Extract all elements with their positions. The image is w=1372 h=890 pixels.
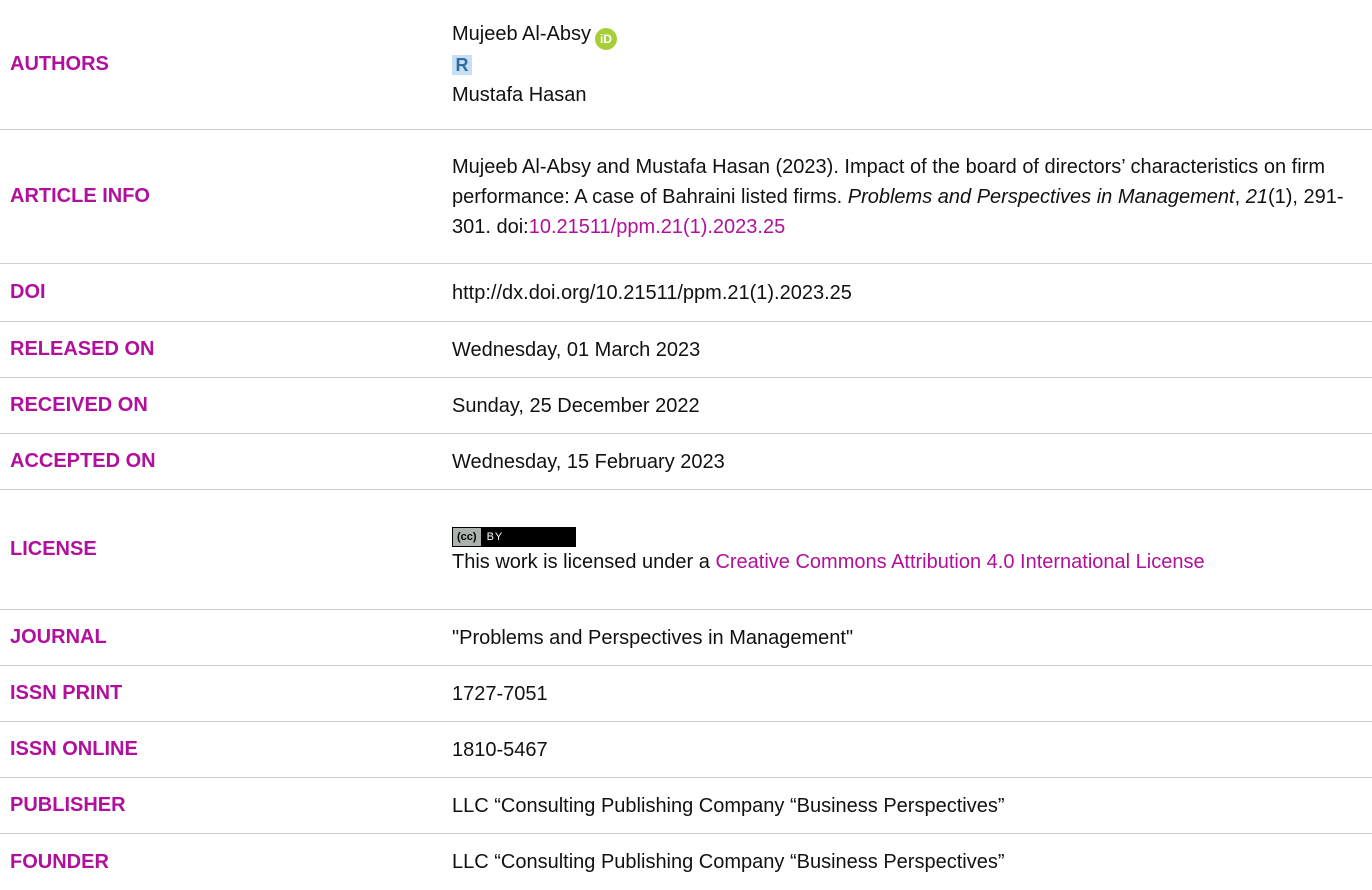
- accepted-value: Wednesday, 15 February 2023: [452, 450, 725, 473]
- received-value: Sunday, 25 December 2022: [452, 394, 700, 417]
- row-doi: DOI http://dx.doi.org/10.21511/ppm.21(1)…: [0, 264, 1372, 322]
- authors-label: AUTHORS: [10, 53, 109, 75]
- row-issn-print: ISSN PRINT 1727-7051: [0, 666, 1372, 722]
- journal-label: JOURNAL: [10, 626, 107, 648]
- license-label: LICENSE: [10, 538, 97, 560]
- researchgate-icon[interactable]: R: [452, 55, 472, 75]
- cc-by-badge[interactable]: (cc) BY: [452, 526, 576, 547]
- released-label: RELEASED ON: [10, 338, 155, 360]
- doi-link[interactable]: 10.21511/ppm.21(1).2023.25: [529, 216, 786, 238]
- author-name[interactable]: Mustafa Hasan: [452, 84, 587, 106]
- row-license: LICENSE (cc) BY This work is licensed und…: [0, 490, 1372, 610]
- issn-print-label: ISSN PRINT: [10, 682, 123, 704]
- citation-volume: 21: [1245, 185, 1268, 208]
- founder-value: LLC “Consulting Publishing Company “Busi…: [452, 851, 1005, 873]
- row-authors: AUTHORS Mujeeb Al-Absy iD R Mustafa Hasan: [0, 0, 1372, 130]
- license-value: (cc) BY This work is licensed under a Cre…: [452, 523, 1372, 577]
- row-received: RECEIVED ON Sunday, 25 December 2022: [0, 378, 1372, 434]
- cc-by-text: BY: [486, 530, 504, 543]
- license-text: This work is licensed under a: [452, 550, 716, 573]
- issn-print-value: 1727-7051: [452, 682, 548, 705]
- doi-label: DOI: [10, 281, 46, 303]
- article-info-table: AUTHORS Mujeeb Al-Absy iD R Mustafa Hasan…: [0, 0, 1372, 890]
- article-info-value: Mujeeb Al-Absy and Mustafa Hasan (2023).…: [452, 152, 1372, 242]
- author-name[interactable]: Mujeeb Al-Absy: [452, 23, 591, 45]
- orcid-icon[interactable]: iD: [594, 28, 617, 50]
- publisher-label: PUBLISHER: [10, 794, 126, 816]
- row-article-info: ARTICLE INFO Mujeeb Al-Absy and Mustafa …: [0, 130, 1372, 264]
- row-issn-online: ISSN ONLINE 1810-5467: [0, 722, 1372, 778]
- doi-value: http://dx.doi.org/10.21511/ppm.21(1).202…: [452, 281, 852, 304]
- received-label: RECEIVED ON: [10, 394, 148, 416]
- citation-sep: ,: [1234, 185, 1246, 208]
- row-founder: FOUNDER LLC “Consulting Publishing Compa…: [0, 834, 1372, 890]
- journal-value: "Problems and Perspectives in Management…: [452, 626, 854, 649]
- issn-online-value: 1810-5467: [452, 738, 548, 761]
- license-link[interactable]: Creative Commons Attribution 4.0 Interna…: [715, 551, 1204, 573]
- released-value: Wednesday, 01 March 2023: [452, 338, 701, 361]
- row-publisher: PUBLISHER LLC “Consulting Publishing Com…: [0, 778, 1372, 834]
- publisher-value: LLC “Consulting Publishing Company “Busi…: [452, 794, 1005, 817]
- accepted-label: ACCEPTED ON: [10, 450, 156, 472]
- citation-journal: Problems and Perspectives in Management: [847, 185, 1235, 208]
- founder-label: FOUNDER: [10, 850, 109, 873]
- row-accepted: ACCEPTED ON Wednesday, 15 February 2023: [0, 434, 1372, 490]
- authors-value: Mujeeb Al-Absy iD R Mustafa Hasan: [452, 19, 1372, 110]
- row-released: RELEASED ON Wednesday, 01 March 2023: [0, 322, 1372, 378]
- row-journal: JOURNAL "Problems and Perspectives in Ma…: [0, 610, 1372, 666]
- article-info-label: ARTICLE INFO: [10, 185, 150, 207]
- issn-online-label: ISSN ONLINE: [10, 738, 138, 760]
- cc-icon: (cc): [453, 527, 481, 546]
